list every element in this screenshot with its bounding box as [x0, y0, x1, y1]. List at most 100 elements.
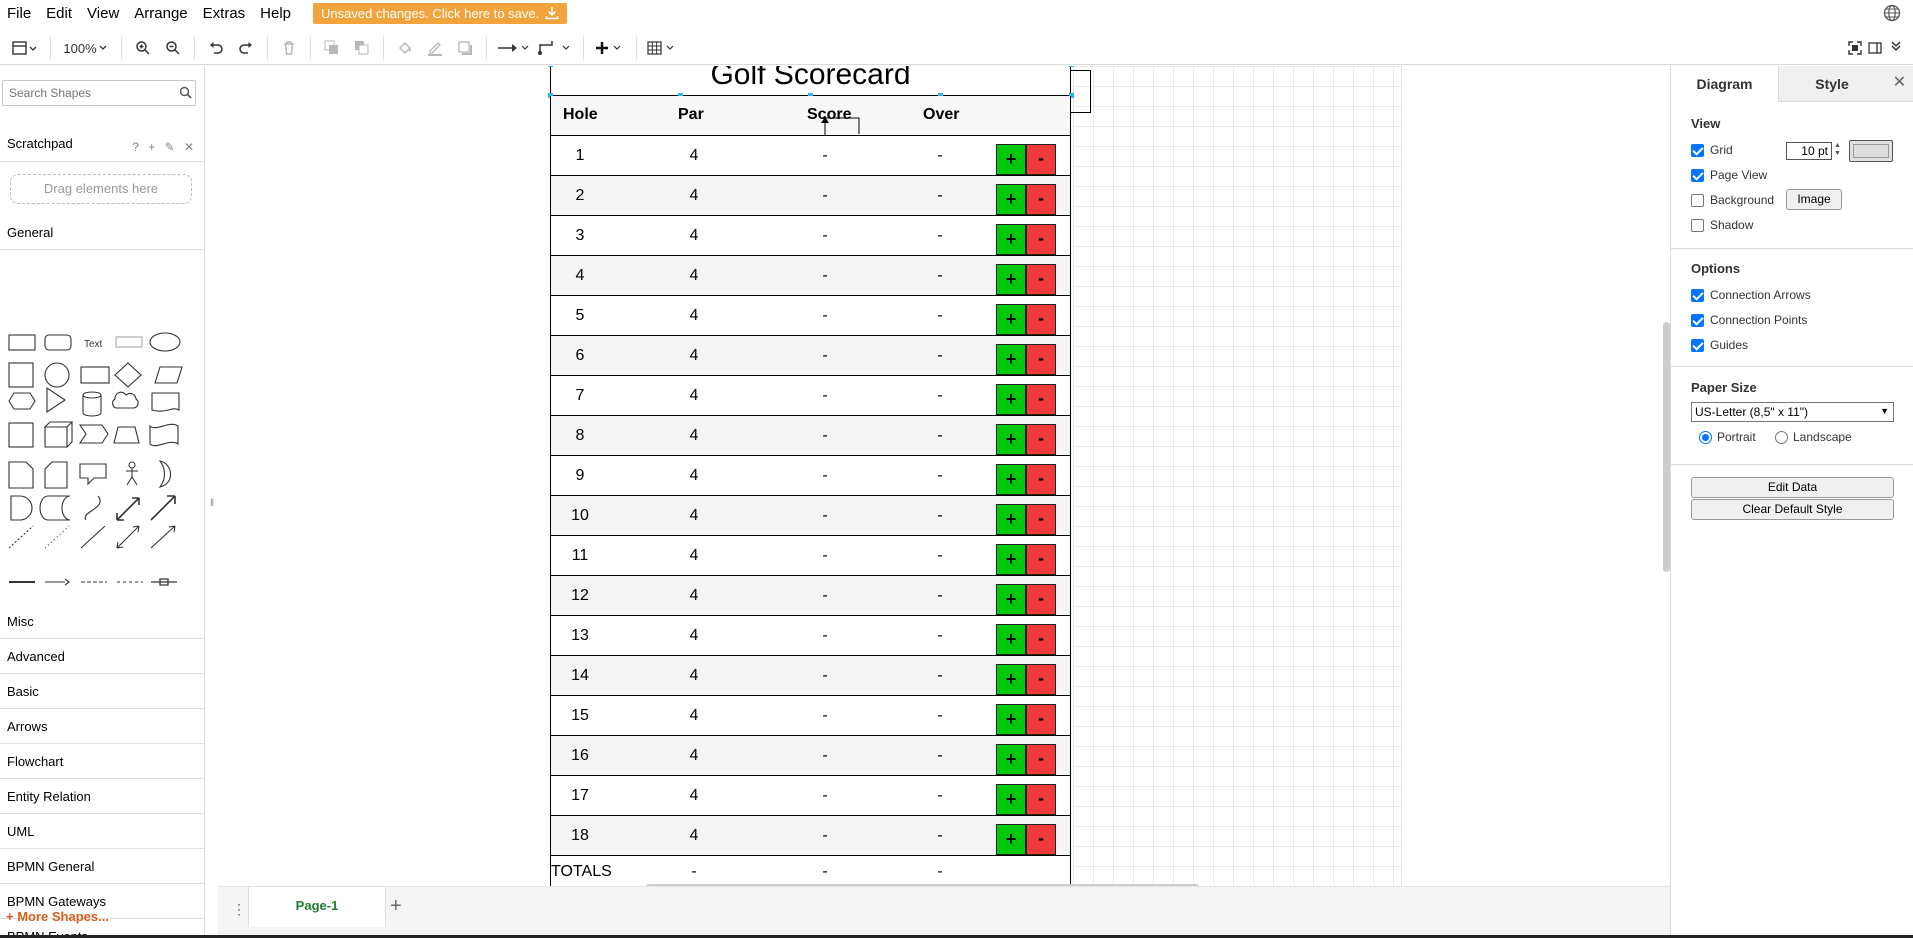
undo-button[interactable]: [201, 34, 231, 62]
decrement-score-button[interactable]: -: [1026, 224, 1056, 255]
increment-score-button[interactable]: +: [996, 544, 1026, 575]
scratchpad-tools[interactable]: ? + ✎ ✕: [132, 137, 197, 157]
increment-score-button[interactable]: +: [996, 624, 1026, 655]
increment-score-button[interactable]: +: [996, 784, 1026, 815]
pages-menu-icon[interactable]: ⋮: [232, 901, 246, 918]
increment-score-button[interactable]: +: [996, 424, 1026, 455]
language-globe-icon[interactable]: [1883, 4, 1901, 22]
add-page-button[interactable]: +: [390, 895, 402, 918]
decrement-score-button[interactable]: -: [1026, 264, 1056, 295]
waypoints-button[interactable]: [533, 34, 577, 62]
line-color-button[interactable]: [420, 34, 450, 62]
unsaved-changes-banner[interactable]: Unsaved changes. Click here to save.: [313, 2, 568, 24]
to-back-button[interactable]: [347, 34, 377, 62]
decrement-score-button[interactable]: -: [1026, 144, 1056, 175]
page-tab-page-1[interactable]: Page-1: [248, 887, 386, 927]
decrement-score-button[interactable]: -: [1026, 344, 1056, 375]
scratchpad-dropzone[interactable]: Drag elements here: [10, 174, 192, 204]
close-icon[interactable]: ✕: [1885, 66, 1913, 102]
increment-score-button[interactable]: +: [996, 304, 1026, 335]
decrement-score-button[interactable]: -: [1026, 544, 1056, 575]
section-flowchart[interactable]: Flowchart: [0, 744, 204, 779]
zoom-dropdown[interactable]: 100%: [57, 34, 115, 62]
grid-color-button[interactable]: [1849, 140, 1893, 162]
decrement-score-button[interactable]: -: [1026, 584, 1056, 615]
more-shapes-link[interactable]: + More Shapes...: [6, 909, 109, 924]
decrement-score-button[interactable]: -: [1026, 464, 1056, 495]
increment-score-button[interactable]: +: [996, 224, 1026, 255]
zoom-out-button[interactable]: [158, 34, 188, 62]
toggle-format-panel-button[interactable]: [1865, 34, 1885, 62]
collapse-toolbar-button[interactable]: [1885, 34, 1907, 62]
menu-help[interactable]: Help: [253, 5, 299, 22]
landscape-radio[interactable]: Landscape: [1775, 430, 1852, 444]
increment-score-button[interactable]: +: [996, 464, 1026, 495]
increment-score-button[interactable]: +: [996, 184, 1026, 215]
page-view-checkbox[interactable]: Page View: [1691, 168, 1767, 182]
to-front-button[interactable]: [317, 34, 347, 62]
diagram-canvas[interactable]: Golf Scorecard Hole Par Score Over 1 4- - +…: [218, 66, 1670, 886]
decrement-score-button[interactable]: -: [1026, 784, 1056, 815]
section-basic[interactable]: Basic: [0, 674, 204, 709]
background-image-button[interactable]: Image: [1786, 189, 1842, 210]
search-icon[interactable]: [179, 86, 192, 99]
vertical-scrollbar[interactable]: [1663, 322, 1670, 572]
general-shapes-palette[interactable]: Text: [0, 258, 205, 598]
general-section-header[interactable]: General: [0, 224, 204, 250]
section-arrows[interactable]: Arrows: [0, 709, 204, 744]
increment-score-button[interactable]: +: [996, 344, 1026, 375]
delete-button[interactable]: [274, 34, 304, 62]
section-uml[interactable]: UML: [0, 814, 204, 849]
format-panel-toggle-button[interactable]: [4, 34, 44, 62]
increment-score-button[interactable]: +: [996, 744, 1026, 775]
search-shapes-input[interactable]: [2, 80, 196, 106]
decrement-score-button[interactable]: -: [1026, 184, 1056, 215]
section-advanced[interactable]: Advanced: [0, 639, 204, 674]
increment-score-button[interactable]: +: [996, 664, 1026, 695]
increment-score-button[interactable]: +: [996, 264, 1026, 295]
section-bpmn-general[interactable]: BPMN General: [0, 849, 204, 884]
section-misc[interactable]: Misc: [0, 604, 204, 639]
section-entity-relation[interactable]: Entity Relation: [0, 779, 204, 814]
score-connector-edge[interactable]: [817, 116, 863, 136]
menu-extras[interactable]: Extras: [196, 5, 254, 22]
connection-style-button[interactable]: [493, 34, 533, 62]
redo-button[interactable]: [231, 34, 261, 62]
decrement-score-button[interactable]: -: [1026, 384, 1056, 415]
scratchpad-header[interactable]: Scratchpad ? + ✎ ✕: [0, 134, 204, 162]
zoom-in-button[interactable]: [128, 34, 158, 62]
clear-default-style-button[interactable]: Clear Default Style: [1691, 499, 1894, 520]
scorecard-title[interactable]: Golf Scorecard: [550, 66, 1071, 96]
increment-score-button[interactable]: +: [996, 704, 1026, 735]
background-checkbox[interactable]: Background: [1691, 193, 1774, 207]
grid-size-input[interactable]: [1786, 142, 1832, 160]
paper-size-select[interactable]: US-Letter (8,5" x 11") ▼: [1691, 402, 1894, 422]
shadow-checkbox[interactable]: Shadow: [1691, 218, 1753, 232]
tab-style[interactable]: Style: [1778, 66, 1885, 102]
menu-view[interactable]: View: [80, 5, 127, 22]
grid-checkbox[interactable]: Grid: [1691, 143, 1733, 157]
decrement-score-button[interactable]: -: [1026, 424, 1056, 455]
edit-data-button[interactable]: Edit Data: [1691, 477, 1894, 498]
decrement-score-button[interactable]: -: [1026, 664, 1056, 695]
table-button[interactable]: [643, 34, 683, 62]
decrement-score-button[interactable]: -: [1026, 824, 1056, 855]
increment-score-button[interactable]: +: [996, 144, 1026, 175]
menu-arrange[interactable]: Arrange: [127, 5, 195, 22]
decrement-score-button[interactable]: -: [1026, 504, 1056, 535]
connection-points-checkbox[interactable]: Connection Points: [1691, 313, 1807, 327]
fullscreen-button[interactable]: [1845, 34, 1865, 62]
decrement-score-button[interactable]: -: [1026, 744, 1056, 775]
guides-checkbox[interactable]: Guides: [1691, 338, 1748, 352]
grid-size-spinner[interactable]: ▲ ▼: [1834, 142, 1841, 158]
menu-edit[interactable]: Edit: [39, 5, 80, 22]
portrait-radio[interactable]: Portrait: [1699, 430, 1756, 444]
selection-handle[interactable]: [548, 66, 553, 67]
decrement-score-button[interactable]: -: [1026, 704, 1056, 735]
connection-arrows-checkbox[interactable]: Connection Arrows: [1691, 288, 1811, 302]
selection-handle[interactable]: [1069, 66, 1074, 67]
menu-file[interactable]: File: [0, 5, 39, 22]
increment-score-button[interactable]: +: [996, 824, 1026, 855]
increment-score-button[interactable]: +: [996, 384, 1026, 415]
decrement-score-button[interactable]: -: [1026, 624, 1056, 655]
